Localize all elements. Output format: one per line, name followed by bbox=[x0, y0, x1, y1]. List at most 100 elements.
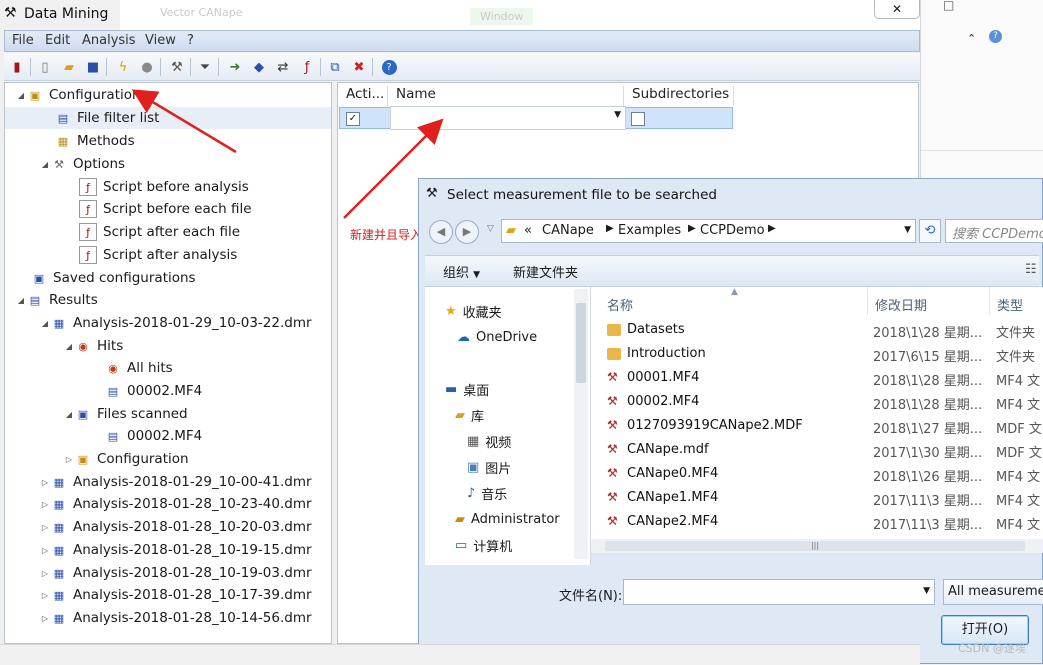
annotation-arrow bbox=[131, 89, 237, 154]
nav-label: 收藏夹 bbox=[462, 305, 502, 321]
chevron-down-icon[interactable]: ▼ bbox=[923, 586, 930, 596]
dialog-logo-icon: ⚒ bbox=[426, 186, 438, 201]
measurement-file-icon: ⚒ bbox=[607, 514, 618, 528]
measurement-file-icon: ⚒ bbox=[607, 370, 618, 384]
breadcrumb[interactable]: ▰ « CANape ▶ Examples ▶ CCPDemo ▶ ▼ bbox=[501, 219, 916, 243]
nav-pictures[interactable]: ▣ 图片 bbox=[467, 457, 511, 477]
nav-administrator[interactable]: ▰ Administrator bbox=[455, 509, 560, 529]
nav-computer[interactable]: ▭ 计算机 bbox=[455, 535, 512, 555]
file-type: MDF 文 bbox=[996, 446, 1042, 461]
measurement-file-icon: ⚒ bbox=[607, 442, 618, 456]
file-date: 2017\11\3 星期... bbox=[873, 494, 983, 509]
list-item[interactable]: ⚒ 00001.MF4 2018\1\28 星期... MF4 文 bbox=[591, 367, 1043, 389]
list-item[interactable]: ⚒ CANape.mdf 2017\1\30 星期... MDF 文 bbox=[591, 439, 1043, 461]
nav-scrollbar[interactable] bbox=[574, 289, 588, 559]
select-file-dialog: ⚒ Select measurement file to be searched… bbox=[418, 178, 1043, 664]
file-name: 00001.MF4 bbox=[627, 370, 700, 385]
file-name: 0127093919CANape2.MDF bbox=[627, 418, 803, 433]
breadcrumb-chevron-icon[interactable]: ▶ bbox=[768, 223, 776, 234]
nav-onedrive[interactable]: ☁ OneDrive bbox=[457, 327, 537, 347]
file-date: 2018\1\28 星期... bbox=[873, 398, 983, 413]
file-type: MF4 文 bbox=[996, 374, 1041, 389]
file-date: 2018\1\28 星期... bbox=[873, 374, 983, 389]
column-header-type[interactable]: 类型 bbox=[997, 295, 1023, 314]
pictures-icon: ▣ bbox=[467, 459, 480, 475]
video-icon: ▦ bbox=[467, 433, 480, 449]
nav-library[interactable]: ▰ 库 bbox=[455, 405, 484, 425]
refresh-icon[interactable]: ⟲ bbox=[919, 219, 941, 243]
breadcrumb-item[interactable]: CANape bbox=[542, 223, 594, 238]
file-type: MF4 文 bbox=[996, 398, 1041, 413]
user-folder-icon: ▰ bbox=[455, 511, 465, 527]
search-input[interactable]: 搜索 CCPDemo bbox=[945, 219, 1043, 243]
nav-label: 库 bbox=[471, 409, 485, 425]
organize-label: 组织 bbox=[443, 266, 470, 281]
file-type: MF4 文 bbox=[996, 494, 1041, 509]
file-type-filter[interactable]: All measurement bbox=[943, 579, 1043, 605]
nav-label: 图片 bbox=[485, 461, 512, 477]
breadcrumb-chevron-icon[interactable]: ▶ bbox=[688, 223, 696, 234]
sort-ascending-icon: ▲ bbox=[731, 287, 738, 297]
file-name: CANape2.MF4 bbox=[627, 514, 719, 529]
file-date: 2018\1\26 星期... bbox=[873, 470, 983, 485]
command-bar: 组织 ▼ 新建文件夹 ☷ bbox=[425, 255, 1039, 287]
folder-icon bbox=[607, 348, 621, 360]
scrollbar-thumb[interactable] bbox=[576, 303, 586, 383]
filename-input[interactable]: ▼ bbox=[623, 579, 935, 605]
column-header-date[interactable]: 修改日期 bbox=[875, 295, 927, 314]
watermark: CSDN @逐埃 bbox=[958, 642, 1026, 655]
list-item[interactable]: ⚒ CANape1.MF4 2017\11\3 星期... MF4 文 bbox=[591, 487, 1043, 509]
scrollbar-thumb[interactable]: ||| bbox=[605, 541, 1025, 551]
column-divider bbox=[989, 287, 990, 315]
list-item[interactable]: ⚒ 0127093919CANape2.MDF 2018\1\27 星期... MDF… bbox=[591, 415, 1043, 437]
filename-row: 文件名(N): ▼ All measurement bbox=[425, 579, 1043, 609]
nav-label: 视频 bbox=[485, 435, 512, 451]
measurement-file-icon: ⚒ bbox=[607, 418, 618, 432]
file-date: 2017\11\3 星期... bbox=[873, 518, 983, 533]
nav-label: Administrator bbox=[471, 511, 560, 527]
filename-label: 文件名(N): bbox=[559, 589, 623, 604]
file-name: CANape0.MF4 bbox=[627, 466, 719, 481]
list-item[interactable]: ⚒ CANape0.MF4 2018\1\26 星期... MF4 文 bbox=[591, 463, 1043, 485]
history-chevron-icon[interactable]: ▽ bbox=[487, 224, 494, 234]
list-item[interactable]: Introduction 2017\6\15 星期... 文件夹 bbox=[591, 343, 1043, 365]
file-date: 2018\1\27 星期... bbox=[873, 422, 983, 437]
nav-music[interactable]: ♪ 音乐 bbox=[467, 483, 507, 503]
breadcrumb-item[interactable]: Examples bbox=[618, 223, 681, 238]
view-options-icon[interactable]: ☷ bbox=[1025, 262, 1037, 277]
file-name: CANape1.MF4 bbox=[627, 490, 719, 505]
filter-value: All measurement bbox=[948, 584, 1043, 599]
file-type: MF4 文 bbox=[996, 518, 1041, 533]
list-item[interactable]: ⚒ CANape2.MF4 2017\11\3 星期... MF4 文 bbox=[591, 511, 1043, 533]
nav-video[interactable]: ▦ 视频 bbox=[467, 431, 511, 451]
file-type: MDF 文 bbox=[996, 422, 1042, 437]
forward-icon[interactable]: ▶ bbox=[455, 220, 479, 244]
nav-desktop[interactable]: ▬ 桌面 bbox=[445, 379, 489, 399]
nav-label: 音乐 bbox=[481, 487, 508, 503]
list-item[interactable]: ⚒ 00002.MF4 2018\1\28 星期... MF4 文 bbox=[591, 391, 1043, 413]
file-type: 文件夹 bbox=[996, 350, 1036, 365]
library-icon: ▰ bbox=[455, 407, 465, 423]
measurement-file-icon: ⚒ bbox=[607, 466, 618, 480]
organize-button[interactable]: 组织 ▼ bbox=[443, 262, 480, 281]
list-item[interactable]: Datasets 2018\1\28 星期... 文件夹 bbox=[591, 319, 1043, 341]
star-icon: ★ bbox=[445, 303, 457, 319]
new-folder-button[interactable]: 新建文件夹 bbox=[513, 262, 578, 281]
back-icon[interactable]: ◀ bbox=[429, 220, 453, 244]
file-name: Introduction bbox=[627, 346, 706, 361]
chevron-down-icon[interactable]: ▼ bbox=[904, 225, 911, 235]
horizontal-scrollbar[interactable]: ||| bbox=[591, 539, 1043, 553]
file-name: CANape.mdf bbox=[627, 442, 709, 457]
nav-favorites[interactable]: ★ 收藏夹 bbox=[445, 301, 502, 321]
address-bar: ◀ ▶ ▽ ▰ « CANape ▶ Examples ▶ CCPDemo ▶ … bbox=[425, 217, 1043, 245]
breadcrumb-overflow[interactable]: « bbox=[524, 223, 532, 238]
measurement-file-icon: ⚒ bbox=[607, 490, 618, 504]
file-type: 文件夹 bbox=[996, 326, 1036, 341]
search-placeholder: 搜索 CCPDemo bbox=[952, 227, 1043, 242]
file-date: 2018\1\28 星期... bbox=[873, 326, 983, 341]
breadcrumb-item[interactable]: CCPDemo bbox=[700, 223, 765, 238]
folder-icon bbox=[607, 324, 621, 336]
column-header-name[interactable]: 名称 bbox=[607, 295, 633, 314]
cloud-icon: ☁ bbox=[457, 329, 470, 345]
breadcrumb-chevron-icon[interactable]: ▶ bbox=[606, 223, 614, 234]
